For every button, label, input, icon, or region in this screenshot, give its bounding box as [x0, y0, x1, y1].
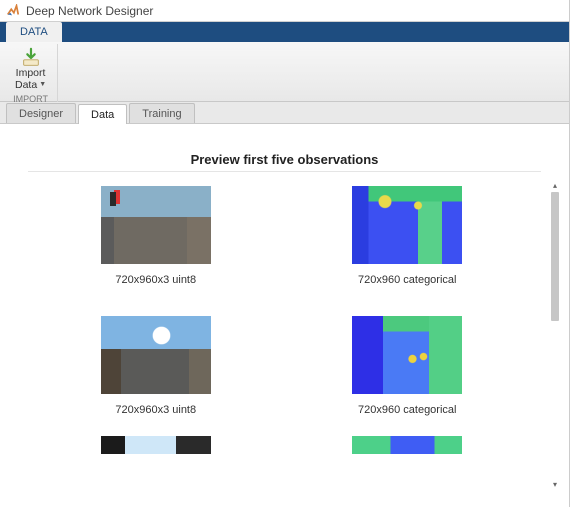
observation-input: 720x960x3 uint8 — [50, 316, 262, 416]
thumbnail-input-3-partial — [101, 436, 211, 454]
observation-input: 720x960x3 uint8 — [50, 186, 262, 286]
matlab-logo-icon — [6, 4, 20, 18]
preview-title: Preview first five observations — [28, 134, 541, 172]
thumbnail-input-2 — [101, 316, 211, 394]
window-title: Deep Network Designer — [26, 4, 153, 18]
preview-partial-next-row — [20, 416, 543, 454]
preview-panel: Preview first five observations 720x960x… — [0, 124, 569, 507]
ribbon-tab-strip: DATA — [0, 22, 569, 42]
chevron-down-icon: ▼ — [39, 81, 46, 89]
thumbnail-label-1 — [352, 186, 462, 264]
import-button-label-line1: Import — [16, 67, 46, 79]
caption-input-1: 720x960x3 uint8 — [115, 274, 196, 286]
tab-designer[interactable]: Designer — [6, 103, 76, 123]
vertical-scrollbar[interactable]: ▴ ▾ — [549, 180, 561, 491]
ribbon-body: Import Data ▼ IMPORT — [0, 42, 569, 102]
observation-label: 720x960 categorical — [302, 186, 514, 286]
thumbnail-label-3-partial — [352, 436, 462, 454]
import-data-button[interactable]: Import Data ▼ — [10, 44, 51, 94]
scroll-down-icon[interactable]: ▾ — [549, 479, 561, 491]
title-bar: Deep Network Designer — [0, 0, 569, 22]
import-icon — [20, 47, 42, 67]
caption-label-2: 720x960 categorical — [358, 404, 456, 416]
preview-scroll-area: 720x960x3 uint8 720x960 categorical 720x… — [20, 180, 543, 497]
thumbnail-input-1 — [101, 186, 211, 264]
preview-grid: 720x960x3 uint8 720x960 categorical 720x… — [20, 180, 543, 416]
observation-label: 720x960 categorical — [302, 316, 514, 416]
caption-label-1: 720x960 categorical — [358, 274, 456, 286]
ribbon-group-import: Import Data ▼ IMPORT — [4, 44, 58, 102]
tab-training[interactable]: Training — [129, 103, 194, 123]
caption-input-2: 720x960x3 uint8 — [115, 404, 196, 416]
thumbnail-label-2 — [352, 316, 462, 394]
scroll-up-icon[interactable]: ▴ — [549, 180, 561, 192]
scrollbar-thumb[interactable] — [551, 192, 559, 321]
ribbon-tab-data[interactable]: DATA — [6, 22, 62, 42]
import-button-label-line2: Data ▼ — [15, 79, 46, 91]
tab-data[interactable]: Data — [78, 104, 127, 124]
scrollbar-track[interactable] — [549, 192, 561, 479]
subtab-row: Designer Data Training — [0, 102, 569, 124]
